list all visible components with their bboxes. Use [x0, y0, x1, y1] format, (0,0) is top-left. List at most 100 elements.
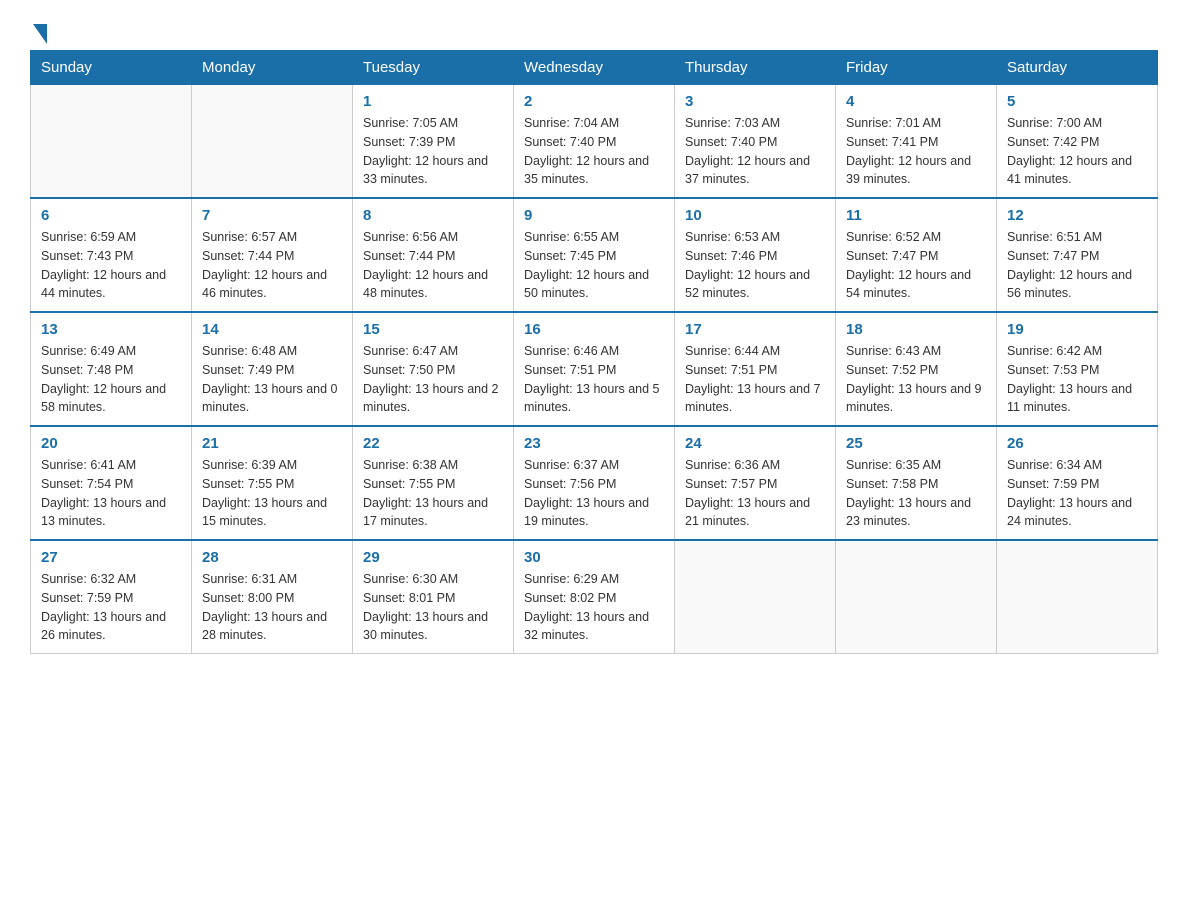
day-number: 2	[524, 93, 664, 110]
calendar-cell: 20Sunrise: 6:41 AMSunset: 7:54 PMDayligh…	[31, 426, 192, 540]
day-info: Sunrise: 6:29 AMSunset: 8:02 PMDaylight:…	[524, 570, 664, 645]
calendar-week-row: 6 Sunrise: 6:59 AMSunset: 7:43 PMDaylight…	[31, 198, 1158, 312]
column-header-wednesday: Wednesday	[514, 51, 675, 85]
calendar-week-row: 13 Sunrise: 6:49 AMSunset: 7:48 PMDayligh…	[31, 312, 1158, 426]
column-header-thursday: Thursday	[675, 51, 836, 85]
calendar-cell: 13 Sunrise: 6:49 AMSunset: 7:48 PMDayligh…	[31, 312, 192, 426]
calendar-cell: 17 Sunrise: 6:44 AMSunset: 7:51 PMDayligh…	[675, 312, 836, 426]
calendar-week-row: 20Sunrise: 6:41 AMSunset: 7:54 PMDayligh…	[31, 426, 1158, 540]
calendar-cell: 3 Sunrise: 7:03 AMSunset: 7:40 PMDaylight…	[675, 85, 836, 199]
calendar-cell: 1 Sunrise: 7:05 AMSunset: 7:39 PMDaylight…	[353, 85, 514, 199]
day-info: Sunrise: 6:51 AMSunset: 7:47 PMDaylight:…	[1007, 228, 1147, 303]
day-number: 30	[524, 549, 664, 566]
calendar-cell	[31, 85, 192, 199]
calendar-cell: 21Sunrise: 6:39 AMSunset: 7:55 PMDayligh…	[192, 426, 353, 540]
day-info: Sunrise: 6:55 AMSunset: 7:45 PMDaylight:…	[524, 228, 664, 303]
calendar-cell: 28 Sunrise: 6:31 AMSunset: 8:00 PMDayligh…	[192, 540, 353, 654]
calendar-cell: 4 Sunrise: 7:01 AMSunset: 7:41 PMDaylight…	[836, 85, 997, 199]
column-header-tuesday: Tuesday	[353, 51, 514, 85]
day-info: Sunrise: 6:56 AMSunset: 7:44 PMDaylight:…	[363, 228, 503, 303]
day-number: 15	[363, 321, 503, 338]
day-number: 26	[1007, 435, 1147, 452]
calendar-cell: 29Sunrise: 6:30 AMSunset: 8:01 PMDayligh…	[353, 540, 514, 654]
calendar-table: SundayMondayTuesdayWednesdayThursdayFrid…	[30, 50, 1158, 654]
day-info: Sunrise: 6:43 AMSunset: 7:52 PMDaylight:…	[846, 342, 986, 417]
calendar-cell: 7 Sunrise: 6:57 AMSunset: 7:44 PMDaylight…	[192, 198, 353, 312]
day-number: 3	[685, 93, 825, 110]
day-number: 28	[202, 549, 342, 566]
calendar-cell	[997, 540, 1158, 654]
day-number: 6	[41, 207, 181, 224]
day-number: 5	[1007, 93, 1147, 110]
day-info: Sunrise: 6:59 AMSunset: 7:43 PMDaylight:…	[41, 228, 181, 303]
day-number: 8	[363, 207, 503, 224]
day-info: Sunrise: 7:05 AMSunset: 7:39 PMDaylight:…	[363, 114, 503, 189]
day-number: 14	[202, 321, 342, 338]
calendar-cell: 25Sunrise: 6:35 AMSunset: 7:58 PMDayligh…	[836, 426, 997, 540]
day-number: 24	[685, 435, 825, 452]
day-info: Sunrise: 6:46 AMSunset: 7:51 PMDaylight:…	[524, 342, 664, 417]
day-number: 18	[846, 321, 986, 338]
day-info: Sunrise: 7:00 AMSunset: 7:42 PMDaylight:…	[1007, 114, 1147, 189]
day-info: Sunrise: 6:49 AMSunset: 7:48 PMDaylight:…	[41, 342, 181, 417]
calendar-cell: 30 Sunrise: 6:29 AMSunset: 8:02 PMDayligh…	[514, 540, 675, 654]
day-number: 10	[685, 207, 825, 224]
calendar-header-row: SundayMondayTuesdayWednesdayThursdayFrid…	[31, 51, 1158, 85]
day-number: 29	[363, 549, 503, 566]
day-number: 11	[846, 207, 986, 224]
day-info: Sunrise: 6:53 AMSunset: 7:46 PMDaylight:…	[685, 228, 825, 303]
logo	[30, 20, 47, 40]
day-info: Sunrise: 6:52 AMSunset: 7:47 PMDaylight:…	[846, 228, 986, 303]
column-header-saturday: Saturday	[997, 51, 1158, 85]
day-info: Sunrise: 6:47 AMSunset: 7:50 PMDaylight:…	[363, 342, 503, 417]
day-number: 22	[363, 435, 503, 452]
day-number: 25	[846, 435, 986, 452]
calendar-cell: 19Sunrise: 6:42 AMSunset: 7:53 PMDayligh…	[997, 312, 1158, 426]
day-number: 27	[41, 549, 181, 566]
calendar-cell: 22 Sunrise: 6:38 AMSunset: 7:55 PMDayligh…	[353, 426, 514, 540]
calendar-cell: 5 Sunrise: 7:00 AMSunset: 7:42 PMDaylight…	[997, 85, 1158, 199]
calendar-cell: 12Sunrise: 6:51 AMSunset: 7:47 PMDayligh…	[997, 198, 1158, 312]
day-info: Sunrise: 6:36 AMSunset: 7:57 PMDaylight:…	[685, 456, 825, 531]
calendar-cell: 24 Sunrise: 6:36 AMSunset: 7:57 PMDayligh…	[675, 426, 836, 540]
calendar-cell: 11 Sunrise: 6:52 AMSunset: 7:47 PMDayligh…	[836, 198, 997, 312]
column-header-sunday: Sunday	[31, 51, 192, 85]
calendar-week-row: 27 Sunrise: 6:32 AMSunset: 7:59 PMDayligh…	[31, 540, 1158, 654]
calendar-cell: 10 Sunrise: 6:53 AMSunset: 7:46 PMDayligh…	[675, 198, 836, 312]
day-number: 13	[41, 321, 181, 338]
day-number: 17	[685, 321, 825, 338]
day-number: 9	[524, 207, 664, 224]
calendar-cell: 23Sunrise: 6:37 AMSunset: 7:56 PMDayligh…	[514, 426, 675, 540]
day-info: Sunrise: 7:04 AMSunset: 7:40 PMDaylight:…	[524, 114, 664, 189]
page-header	[30, 20, 1158, 40]
day-info: Sunrise: 6:31 AMSunset: 8:00 PMDaylight:…	[202, 570, 342, 645]
day-info: Sunrise: 6:37 AMSunset: 7:56 PMDaylight:…	[524, 456, 664, 531]
day-number: 1	[363, 93, 503, 110]
day-info: Sunrise: 6:38 AMSunset: 7:55 PMDaylight:…	[363, 456, 503, 531]
calendar-cell: 15 Sunrise: 6:47 AMSunset: 7:50 PMDayligh…	[353, 312, 514, 426]
calendar-cell: 18 Sunrise: 6:43 AMSunset: 7:52 PMDayligh…	[836, 312, 997, 426]
calendar-cell: 9 Sunrise: 6:55 AMSunset: 7:45 PMDaylight…	[514, 198, 675, 312]
calendar-cell	[836, 540, 997, 654]
column-header-monday: Monday	[192, 51, 353, 85]
day-number: 19	[1007, 321, 1147, 338]
calendar-cell	[192, 85, 353, 199]
day-number: 7	[202, 207, 342, 224]
day-number: 16	[524, 321, 664, 338]
day-info: Sunrise: 6:57 AMSunset: 7:44 PMDaylight:…	[202, 228, 342, 303]
day-info: Sunrise: 6:39 AMSunset: 7:55 PMDaylight:…	[202, 456, 342, 531]
calendar-cell: 6 Sunrise: 6:59 AMSunset: 7:43 PMDaylight…	[31, 198, 192, 312]
calendar-cell	[675, 540, 836, 654]
column-header-friday: Friday	[836, 51, 997, 85]
calendar-cell: 26 Sunrise: 6:34 AMSunset: 7:59 PMDayligh…	[997, 426, 1158, 540]
day-number: 4	[846, 93, 986, 110]
calendar-cell: 27 Sunrise: 6:32 AMSunset: 7:59 PMDayligh…	[31, 540, 192, 654]
day-info: Sunrise: 7:03 AMSunset: 7:40 PMDaylight:…	[685, 114, 825, 189]
day-info: Sunrise: 6:34 AMSunset: 7:59 PMDaylight:…	[1007, 456, 1147, 531]
calendar-cell: 2 Sunrise: 7:04 AMSunset: 7:40 PMDaylight…	[514, 85, 675, 199]
calendar-week-row: 1 Sunrise: 7:05 AMSunset: 7:39 PMDaylight…	[31, 85, 1158, 199]
day-info: Sunrise: 6:32 AMSunset: 7:59 PMDaylight:…	[41, 570, 181, 645]
day-info: Sunrise: 6:44 AMSunset: 7:51 PMDaylight:…	[685, 342, 825, 417]
calendar-cell: 8 Sunrise: 6:56 AMSunset: 7:44 PMDaylight…	[353, 198, 514, 312]
day-info: Sunrise: 7:01 AMSunset: 7:41 PMDaylight:…	[846, 114, 986, 189]
